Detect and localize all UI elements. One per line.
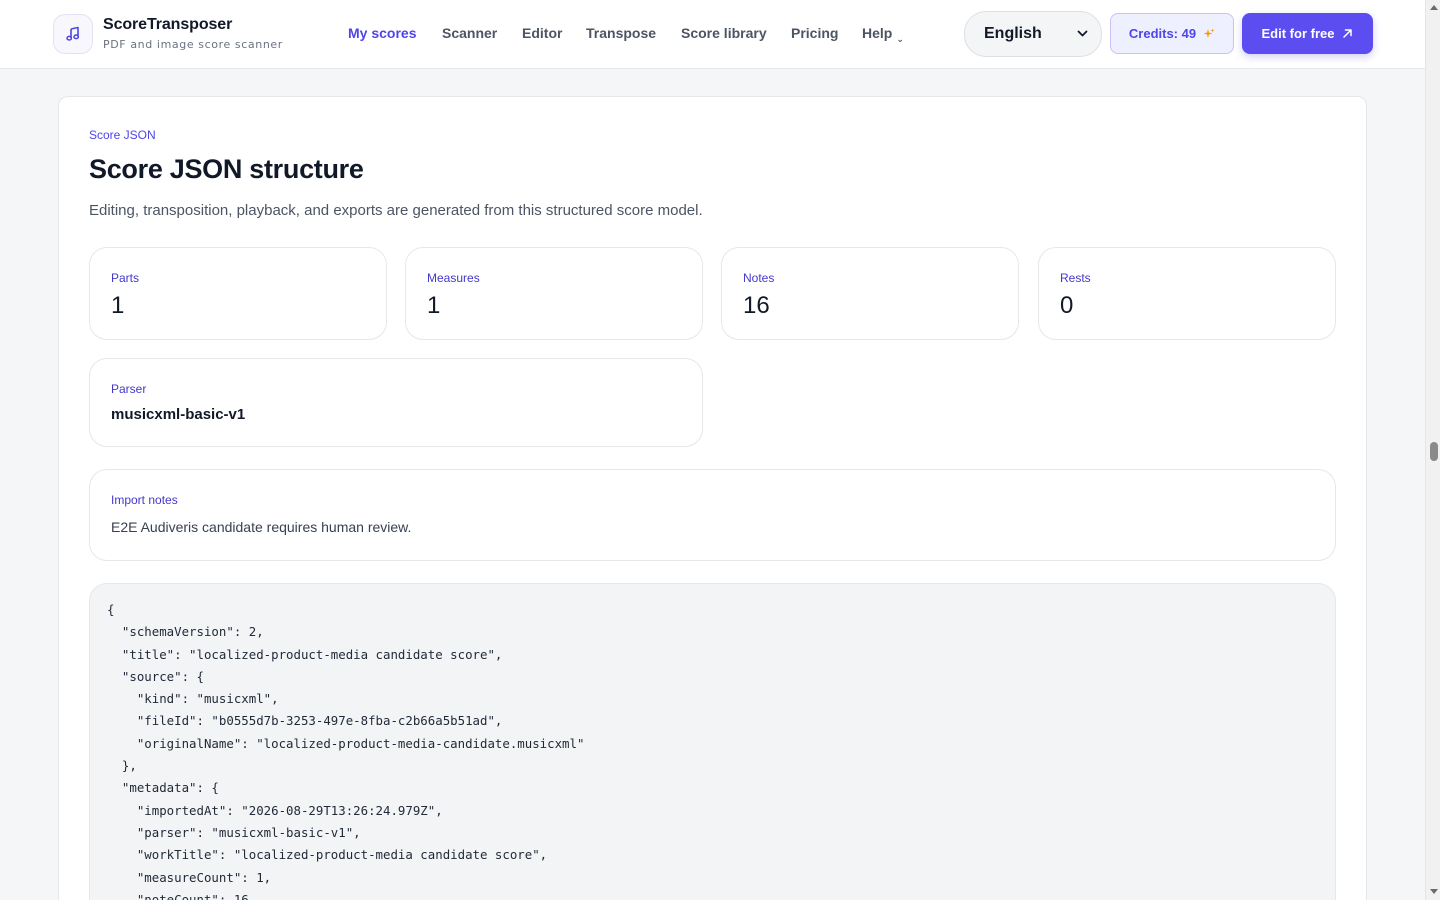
nav-editor[interactable]: Editor bbox=[522, 25, 562, 41]
language-select[interactable]: English bbox=[964, 11, 1102, 57]
scroll-down-arrow[interactable] bbox=[1430, 889, 1438, 894]
top-header: ScoreTransposer PDF and image score scan… bbox=[0, 0, 1425, 69]
json-line: "parser": "musicxml-basic-v1", bbox=[136, 824, 361, 840]
brand-name[interactable]: ScoreTransposer bbox=[103, 16, 232, 34]
json-line: "importedAt": "2026-08-29T13:26:24.979Z"… bbox=[136, 802, 443, 818]
json-line: }, bbox=[121, 758, 137, 774]
logo[interactable] bbox=[53, 14, 93, 54]
page-scrollbar[interactable] bbox=[1425, 0, 1440, 900]
stat-label: Notes bbox=[743, 271, 775, 285]
page-title: Score JSON structure bbox=[89, 154, 364, 184]
json-line: "title": "localized-product-media candid… bbox=[121, 646, 503, 662]
nav-transpose[interactable]: Transpose bbox=[586, 25, 656, 41]
nav-my-scores[interactable]: My scores bbox=[348, 25, 416, 41]
nav-scanner[interactable]: Scanner bbox=[442, 25, 497, 41]
stat-value: 0 bbox=[1060, 292, 1074, 319]
stat-label: Measures bbox=[427, 271, 480, 285]
sparkle-icon bbox=[1203, 28, 1215, 38]
stat-label: Rests bbox=[1060, 271, 1091, 285]
stat-label: Parts bbox=[111, 271, 140, 285]
edit-for-free-button[interactable]: Edit for free bbox=[1242, 13, 1373, 54]
chevron-down-icon: ⌄ bbox=[896, 34, 904, 44]
json-line: "workTitle": "localized-product-media ca… bbox=[136, 847, 548, 863]
json-line: "measureCount": 1, bbox=[136, 869, 272, 885]
stat-parts: Parts 1 bbox=[89, 247, 387, 340]
arrow-up-right-icon bbox=[1343, 29, 1353, 38]
json-line: "schemaVersion": 2, bbox=[121, 624, 264, 640]
json-code: { "schemaVersion": 2, "title": "localize… bbox=[107, 599, 584, 900]
parser-label: Parser bbox=[111, 382, 147, 396]
json-line: "fileId": "b0555d7b-3253-497e-8fba-c2b66… bbox=[136, 713, 503, 729]
brand-tagline: PDF and image score scanner bbox=[103, 38, 283, 51]
nav-score-library[interactable]: Score library bbox=[681, 25, 767, 41]
nav-help-label: Help bbox=[862, 25, 893, 41]
score-json-card: Score JSON Score JSON structure Editing,… bbox=[58, 96, 1367, 900]
scroll-up-arrow[interactable] bbox=[1430, 5, 1438, 10]
json-line: "noteCount": 16 bbox=[136, 891, 249, 900]
json-line: "metadata": { bbox=[121, 780, 219, 796]
parser-card: Parser musicxml-basic-v1 bbox=[89, 358, 703, 447]
json-line: "kind": "musicxml", bbox=[136, 691, 279, 707]
page-description: Editing, transposition, playback, and ex… bbox=[89, 202, 703, 219]
nav-help[interactable]: Help ⌄ bbox=[862, 25, 904, 44]
json-line: "originalName": "localized-product-media… bbox=[136, 735, 585, 751]
import-notes-card: Import notes E2E Audiveris candidate req… bbox=[89, 469, 1336, 561]
edit-for-free-label: Edit for free bbox=[1261, 26, 1335, 41]
import-notes-value: E2E Audiveris candidate requires human r… bbox=[111, 519, 412, 535]
stat-rests: Rests 0 bbox=[1038, 247, 1336, 340]
music-note-icon bbox=[66, 26, 80, 41]
chevron-down-icon bbox=[1077, 30, 1088, 37]
nav-pricing[interactable]: Pricing bbox=[791, 25, 838, 41]
credits-label: Credits: 49 bbox=[1128, 26, 1197, 41]
json-line: { bbox=[107, 602, 115, 617]
scroll-thumb[interactable] bbox=[1430, 442, 1438, 461]
stat-value: 16 bbox=[743, 292, 770, 319]
credits-button[interactable]: Credits: 49 bbox=[1110, 13, 1234, 54]
stat-notes: Notes 16 bbox=[721, 247, 1019, 340]
parser-value: musicxml-basic-v1 bbox=[111, 406, 246, 423]
json-line: "source": { bbox=[121, 668, 204, 684]
stat-value: 1 bbox=[427, 292, 441, 319]
language-select-value: English bbox=[984, 25, 1042, 42]
section-eyebrow: Score JSON bbox=[89, 128, 156, 142]
score-json-code-block[interactable]: { "schemaVersion": 2, "title": "localize… bbox=[89, 583, 1336, 900]
stat-measures: Measures 1 bbox=[405, 247, 703, 340]
stat-value: 1 bbox=[111, 292, 125, 319]
import-notes-label: Import notes bbox=[111, 493, 178, 507]
